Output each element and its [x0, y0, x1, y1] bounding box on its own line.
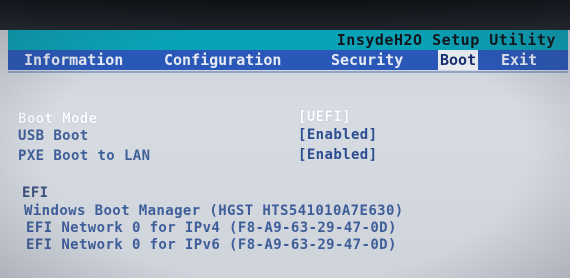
efi-section-header: EFI: [22, 185, 49, 201]
boot-entry-ipv4[interactable]: EFI Network 0 for IPv4 (F8-A9-63-29-47-0…: [26, 219, 397, 237]
usb-boot-value[interactable]: [Enabled]: [298, 126, 377, 144]
title-bar: InsydeH2O Setup Utility: [8, 30, 568, 50]
monitor-bezel: [0, 0, 570, 30]
boot-entry-windows[interactable]: Windows Boot Manager (HGST HTS541010A7E6…: [24, 202, 404, 220]
pxe-boot-label[interactable]: PXE Boot to LAN: [18, 147, 150, 165]
tab-security[interactable]: Security: [331, 50, 403, 70]
tab-information[interactable]: Information: [24, 50, 123, 70]
usb-boot-label[interactable]: USB Boot: [18, 127, 89, 145]
tab-configuration[interactable]: Configuration: [164, 50, 281, 70]
tab-boot[interactable]: Boot: [438, 50, 479, 70]
boot-entry-ipv6[interactable]: EFI Network 0 for IPv6 (F8-A9-63-29-47-0…: [26, 236, 397, 254]
bios-screen: InsydeH2O Setup Utility Information Conf…: [0, 0, 570, 278]
menu-bar: Information Configuration Security Boot …: [8, 50, 568, 70]
pxe-boot-value[interactable]: [Enabled]: [298, 146, 377, 164]
tab-exit[interactable]: Exit: [501, 50, 537, 70]
utility-title: InsydeH2O Setup Utility: [336, 31, 556, 49]
boot-mode-label[interactable]: Boot Mode: [18, 110, 97, 128]
menu-divider: [8, 71, 568, 73]
boot-mode-value[interactable]: [UEFI]: [298, 108, 351, 126]
